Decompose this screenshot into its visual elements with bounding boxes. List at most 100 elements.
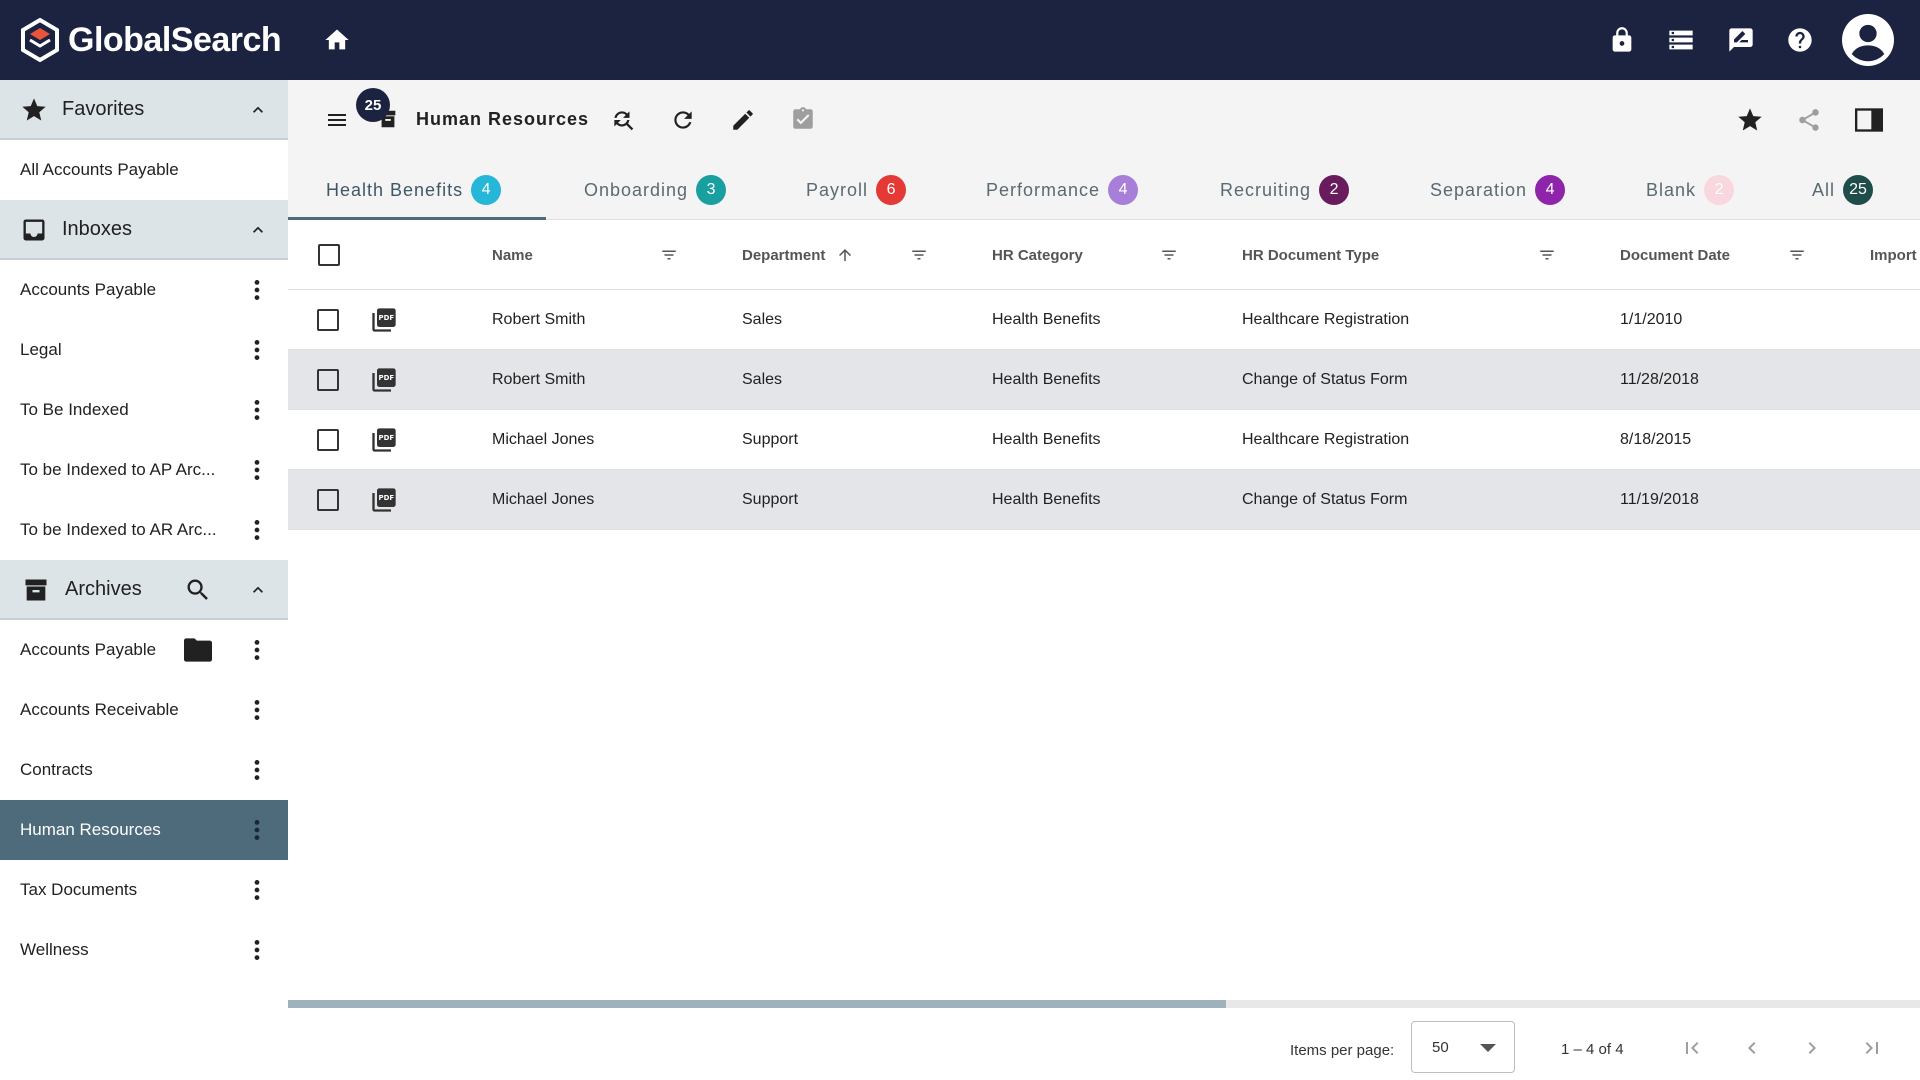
tab-health-benefits[interactable]: Health Benefits 4	[326, 160, 502, 220]
sidebar-item-label: To be Indexed to AR Arc...	[20, 520, 217, 539]
filter-icon[interactable]	[1538, 246, 1556, 264]
select-all-checkbox[interactable]	[318, 244, 340, 266]
tab-performance[interactable]: Performance 4	[986, 160, 1139, 220]
sidebar-item-tax-documents[interactable]: Tax Documents	[0, 860, 288, 920]
cell-hr-document-type: Change of Status Form	[1242, 491, 1408, 508]
help-icon[interactable]	[1786, 26, 1814, 54]
dropdown-arrow-icon	[1480, 1044, 1496, 1052]
sidebar-item-label: Contracts	[20, 760, 93, 779]
tab-payroll[interactable]: Payroll 6	[806, 160, 907, 220]
next-page-icon[interactable]	[1800, 1035, 1824, 1061]
storage-icon[interactable]	[1667, 26, 1695, 54]
inboxes-label: Inboxes	[62, 217, 133, 240]
pdf-file-icon[interactable]: PDF	[370, 486, 398, 514]
tab-separation[interactable]: Separation 4	[1430, 160, 1566, 220]
column-header-department[interactable]: Department	[742, 220, 825, 290]
find-replace-icon[interactable]	[610, 107, 636, 133]
favorite-star-icon[interactable]	[1736, 106, 1764, 134]
pdf-file-icon[interactable]: PDF	[370, 366, 398, 394]
more-vert-icon[interactable]	[250, 817, 264, 843]
account-avatar-icon[interactable]	[1842, 14, 1894, 66]
table-row[interactable]: PDF Michael Jones Support Health Benefit…	[288, 470, 1920, 530]
share-icon[interactable]	[1796, 107, 1822, 133]
cell-document-date: 1/1/2010	[1620, 311, 1683, 328]
sidebar-item-to-be-indexed[interactable]: To Be Indexed	[0, 380, 288, 440]
page-size-select[interactable]: 50	[1411, 1021, 1515, 1073]
sidebar-item-wellness[interactable]: Wellness	[0, 920, 288, 980]
table-header-row: Name Department HR Category HR Document …	[288, 220, 1920, 290]
row-checkbox[interactable]	[317, 489, 339, 511]
column-header-document-date[interactable]: Document Date	[1620, 220, 1730, 290]
column-header-name[interactable]: Name	[492, 220, 533, 290]
more-vert-icon[interactable]	[250, 517, 264, 543]
tab-recruiting[interactable]: Recruiting 2	[1220, 160, 1350, 220]
sort-ascending-icon[interactable]	[836, 245, 854, 265]
feedback-icon[interactable]	[1727, 26, 1755, 54]
column-header-hr-document-type[interactable]: HR Document Type	[1242, 220, 1379, 290]
row-checkbox[interactable]	[317, 429, 339, 451]
sidebar-item-legal[interactable]: Legal	[0, 320, 288, 380]
edit-icon[interactable]	[730, 107, 756, 133]
sidebar-item-human-resources[interactable]: Human Resources	[0, 800, 288, 860]
inboxes-section-header[interactable]: Inboxes	[0, 200, 288, 260]
horizontal-scrollbar[interactable]	[288, 1000, 1920, 1008]
sidebar-item-contracts[interactable]: Contracts	[0, 740, 288, 800]
sidebar-item-to-be-indexed-ap[interactable]: To be Indexed to AP Arc...	[0, 440, 288, 500]
tab-label: Separation	[1430, 179, 1528, 200]
more-vert-icon[interactable]	[250, 937, 264, 963]
home-icon[interactable]	[322, 26, 352, 54]
pdf-file-icon[interactable]: PDF	[370, 426, 398, 454]
more-vert-icon[interactable]	[250, 877, 264, 903]
main-content: 25 Human Resources Health Benefits 4 Onb…	[288, 80, 1920, 1080]
table-row[interactable]: PDF Michael Jones Support Health Benefit…	[288, 410, 1920, 470]
favorites-section-header[interactable]: Favorites	[0, 80, 288, 140]
sidebar-item-inbox-accounts-payable[interactable]: Accounts Payable	[0, 260, 288, 320]
tab-all[interactable]: All 25	[1812, 160, 1874, 220]
more-vert-icon[interactable]	[250, 757, 264, 783]
more-vert-icon[interactable]	[250, 397, 264, 423]
sidebar-item-label: Accounts Receivable	[20, 700, 179, 719]
row-checkbox[interactable]	[317, 369, 339, 391]
cell-hr-category: Health Benefits	[992, 491, 1101, 508]
tab-onboarding[interactable]: Onboarding 3	[584, 160, 727, 220]
tab-count-badge: 3	[696, 175, 727, 205]
table-row[interactable]: PDF Robert Smith Sales Health Benefits C…	[288, 350, 1920, 410]
sidebar-item-archive-accounts-payable[interactable]: Accounts Payable	[0, 620, 288, 680]
chevron-up-icon[interactable]	[248, 220, 268, 240]
document-count-badge: 25	[356, 88, 390, 122]
refresh-icon[interactable]	[670, 107, 696, 133]
more-vert-icon[interactable]	[250, 637, 264, 663]
more-vert-icon[interactable]	[250, 337, 264, 363]
scrollbar-thumb[interactable]	[288, 1000, 1226, 1008]
filter-icon[interactable]	[1788, 246, 1806, 264]
chevron-up-icon[interactable]	[248, 580, 268, 600]
filter-icon[interactable]	[660, 246, 678, 264]
previous-page-icon[interactable]	[1740, 1035, 1764, 1061]
svg-text:PDF: PDF	[378, 434, 394, 442]
more-vert-icon[interactable]	[250, 697, 264, 723]
table-row[interactable]: PDF Robert Smith Sales Health Benefits H…	[288, 290, 1920, 350]
filter-icon[interactable]	[1160, 246, 1178, 264]
archive-toolbar: 25 Human Resources	[288, 80, 1920, 160]
archives-section-header[interactable]: Archives	[0, 560, 288, 620]
sidebar-item-to-be-indexed-ar[interactable]: To be Indexed to AR Arc...	[0, 500, 288, 560]
sidebar-item-all-accounts-payable[interactable]: All Accounts Payable	[0, 140, 288, 200]
app-logo[interactable]: GlobalSearch	[20, 18, 282, 62]
search-icon[interactable]	[184, 576, 212, 604]
last-page-icon[interactable]	[1860, 1035, 1884, 1061]
lock-icon[interactable]	[1608, 26, 1636, 54]
side-panel-icon[interactable]	[1855, 107, 1883, 133]
menu-icon[interactable]	[324, 108, 350, 132]
more-vert-icon[interactable]	[250, 277, 264, 303]
more-vert-icon[interactable]	[250, 457, 264, 483]
column-header-import[interactable]: Import	[1870, 220, 1917, 290]
sidebar-item-accounts-receivable[interactable]: Accounts Receivable	[0, 680, 288, 740]
filter-icon[interactable]	[910, 246, 928, 264]
column-header-hr-category[interactable]: HR Category	[992, 220, 1083, 290]
pdf-file-icon[interactable]: PDF	[370, 306, 398, 334]
tab-blank[interactable]: Blank 2	[1646, 160, 1735, 220]
assignment-check-icon[interactable]	[790, 105, 816, 133]
first-page-icon[interactable]	[1680, 1035, 1704, 1061]
chevron-up-icon[interactable]	[248, 100, 268, 120]
row-checkbox[interactable]	[317, 309, 339, 331]
